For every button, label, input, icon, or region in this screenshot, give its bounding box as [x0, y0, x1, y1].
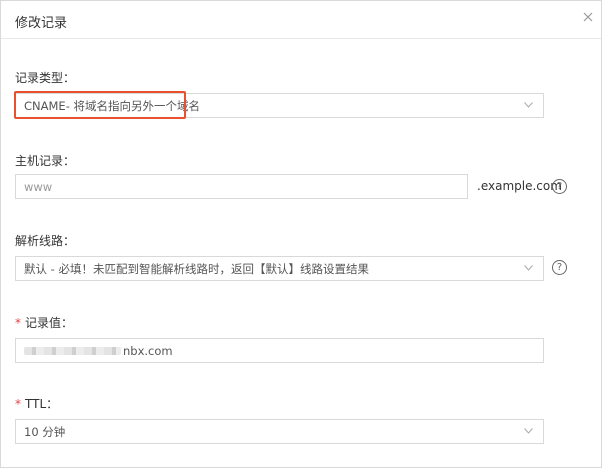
ttl-label-text: TTL： [25, 397, 59, 411]
dialog-header: 修改记录 [1, 1, 601, 39]
close-icon[interactable] [581, 10, 595, 24]
domain-suffix: .example.com [477, 179, 562, 193]
resolution-line-label: 解析线路： [15, 234, 76, 248]
help-icon[interactable]: ? [552, 260, 567, 275]
chevron-down-icon [524, 102, 533, 108]
record-type-value: CNAME- 将域名指向另外一个域名 [24, 98, 200, 113]
host-record-label: 主机记录： [15, 154, 76, 168]
record-value-label: * 记录值： [15, 314, 73, 331]
record-value-input[interactable]: nbx.com [15, 338, 544, 363]
host-record-input[interactable]: www [15, 174, 468, 199]
redacted-text [24, 346, 121, 355]
ttl-select[interactable]: 10 分钟 [15, 419, 544, 444]
resolution-line-select[interactable]: 默认 - 必填！未匹配到智能解析线路时，返回【默认】线路设置结果 [15, 256, 544, 281]
record-value-text: nbx.com [123, 343, 173, 358]
help-icon[interactable]: ? [552, 179, 567, 194]
resolution-line-value: 默认 - 必填！未匹配到智能解析线路时，返回【默认】线路设置结果 [24, 261, 369, 276]
edit-record-dialog: 修改记录 记录类型： CNAME- 将域名指向另外一个域名 主机记录： www … [0, 0, 602, 468]
host-record-placeholder: www [24, 179, 53, 194]
required-mark: * [15, 397, 21, 411]
record-value-label-text: 记录值： [25, 316, 74, 330]
ttl-label: * TTL： [15, 395, 58, 412]
ttl-value: 10 分钟 [24, 424, 66, 439]
chevron-down-icon [524, 428, 533, 434]
record-type-select[interactable]: CNAME- 将域名指向另外一个域名 [15, 93, 544, 118]
chevron-down-icon [524, 265, 533, 271]
dialog-title: 修改记录 [15, 16, 68, 31]
record-type-label: 记录类型： [15, 71, 76, 85]
required-mark: * [15, 316, 21, 330]
